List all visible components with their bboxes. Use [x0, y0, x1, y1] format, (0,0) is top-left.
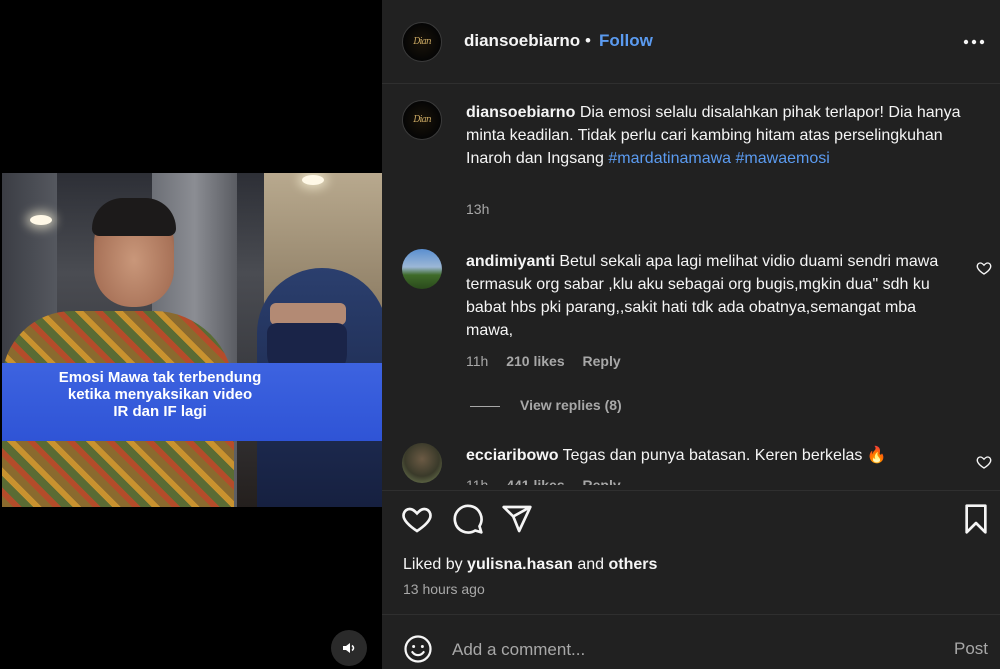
video-caption-text: Emosi Mawa tak terbendung ketika menyaks…	[58, 369, 262, 420]
post-timestamp[interactable]: 13 hours ago	[403, 581, 485, 597]
video-person-man-hair	[92, 198, 176, 236]
hashtag-link[interactable]: #mawaemosi	[736, 150, 830, 167]
author-avatar[interactable]: Dian	[402, 22, 442, 62]
likes-summary: Liked by yulisna.hasan and others	[403, 556, 657, 574]
comment-likes-count[interactable]: 441 likes	[506, 477, 564, 485]
view-replies-button[interactable]: View replies (8)	[470, 397, 622, 413]
smiley-icon[interactable]	[403, 634, 433, 664]
likes-prefix: Liked by	[403, 556, 468, 573]
comment-age: 11h	[466, 477, 489, 485]
more-horizontal-icon[interactable]	[960, 30, 988, 54]
commenter-avatar[interactable]	[402, 249, 442, 289]
speaker-icon	[343, 643, 355, 653]
caption-avatar-logo: Dian	[413, 115, 431, 125]
comment-likes-count[interactable]: 210 likes	[506, 353, 564, 369]
post-header: Dian diansoebiarno • Follow	[382, 0, 1000, 84]
comment-age: 11h	[466, 353, 489, 369]
view-replies-label: View replies (8)	[520, 397, 622, 413]
comment-item: ecciaribowo Tegas dan punya batasan. Ker…	[466, 444, 966, 467]
fire-emoji-icon: 🔥	[866, 447, 887, 464]
comment-username[interactable]: ecciaribowo	[466, 447, 558, 464]
ceiling-light	[302, 175, 324, 185]
post-comment-button[interactable]: Post	[954, 639, 988, 659]
author-avatar-logo: Dian	[413, 37, 431, 47]
comment-meta: 11h 210 likes Reply	[466, 353, 635, 369]
bookmark-icon[interactable]	[960, 503, 992, 535]
comment-meta: 11h 441 likes Reply	[466, 477, 635, 485]
caption-age: 13h	[466, 201, 490, 217]
author-username[interactable]: diansoebiarno	[464, 31, 580, 51]
post-media: Emosi Mawa tak terbendung ketika menyaks…	[0, 0, 382, 669]
post-panel: Dian diansoebiarno • Follow Dian diansoe…	[382, 0, 1000, 669]
caption-author-avatar[interactable]: Dian	[402, 100, 442, 140]
header-separator: •	[585, 31, 591, 50]
video-player[interactable]: Emosi Mawa tak terbendung ketika menyaks…	[2, 173, 382, 507]
comment-reply-button[interactable]: Reply	[583, 353, 621, 369]
comment-like-heart-icon[interactable]	[976, 260, 992, 276]
ceiling-light	[30, 215, 52, 225]
comment-item: andimiyanti Betul sekali apa lagi meliha…	[466, 250, 966, 342]
video-person-woman-face	[270, 303, 346, 325]
heart-icon[interactable]	[401, 503, 433, 535]
share-icon[interactable]	[501, 503, 533, 535]
liked-by-others[interactable]: others	[608, 556, 657, 573]
comment-icon[interactable]	[452, 503, 484, 535]
post-caption: diansoebiarno Dia emosi selalu disalahka…	[466, 101, 966, 170]
comment-text: Tegas dan punya batasan. Keren berkelas	[562, 447, 863, 464]
add-comment-bar: Post	[382, 614, 1000, 669]
follow-button[interactable]: Follow	[599, 31, 653, 51]
likes-middle: and	[572, 556, 609, 573]
replies-divider	[470, 405, 500, 407]
comment-username[interactable]: andimiyanti	[466, 253, 555, 270]
caption-username[interactable]: diansoebiarno	[466, 104, 575, 121]
sound-toggle-button[interactable]	[331, 630, 367, 666]
comment-input[interactable]	[452, 637, 912, 663]
liked-by-user[interactable]: yulisna.hasan	[467, 556, 573, 573]
comment-reply-button[interactable]: Reply	[583, 477, 621, 485]
caption-meta: 13h	[466, 201, 503, 217]
commenter-avatar[interactable]	[402, 443, 442, 483]
comments-list: Dian diansoebiarno Dia emosi selalu disa…	[382, 85, 1000, 485]
comment-like-heart-icon[interactable]	[976, 454, 992, 470]
action-bar	[382, 490, 1000, 550]
hashtag-link[interactable]: #mardatinamawa	[608, 150, 731, 167]
